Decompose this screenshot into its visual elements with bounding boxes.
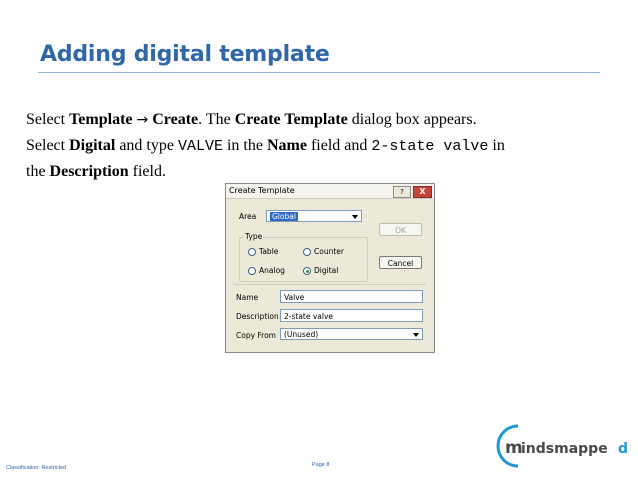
- radio-digital[interactable]: [303, 267, 311, 275]
- description-field[interactable]: 2-state valve: [280, 309, 423, 322]
- radio-counter-label: Counter: [314, 247, 344, 256]
- code-2-state-valve: 2-state valve: [371, 138, 489, 155]
- text-fragment: Select: [26, 111, 70, 128]
- page-number: Page 8: [312, 462, 330, 468]
- code-valve: VALVE: [177, 138, 223, 155]
- menu-create-term: Create: [152, 111, 199, 128]
- copy-from-select[interactable]: (Unused): [280, 328, 423, 340]
- mindsmapped-logo: m indsmappe d: [496, 424, 628, 468]
- dialog-titlebar: Create Template ? X: [226, 184, 434, 199]
- text-fragment: in the: [222, 137, 267, 154]
- radio-analog-label: Analog: [259, 266, 285, 275]
- name-field[interactable]: Valve: [280, 290, 423, 303]
- help-button[interactable]: ?: [393, 186, 411, 198]
- text-fragment: Select: [26, 137, 70, 154]
- copy-from-label: Copy From: [236, 331, 276, 340]
- menu-template-term: Template: [69, 111, 133, 128]
- chevron-down-icon: [413, 333, 419, 337]
- classification-label: Classification: Restricted: [6, 465, 67, 471]
- dialog-name-term: Create Template: [234, 111, 348, 128]
- radio-table[interactable]: [248, 248, 256, 256]
- area-selected-value: Global: [270, 212, 298, 221]
- area-select[interactable]: Global: [266, 210, 362, 222]
- logo-wordmark: indsmappe: [521, 441, 608, 457]
- type-group: [239, 237, 368, 282]
- text-fragment: the: [26, 163, 50, 180]
- dialog-separator: [234, 284, 426, 285]
- digital-term: Digital: [69, 137, 116, 154]
- text-fragment: dialog box appears.: [347, 111, 477, 128]
- title-divider: [38, 72, 600, 73]
- description-label: Description: [236, 312, 279, 321]
- instruction-line-2: Select Digital and type VALVE in the Nam…: [26, 133, 626, 159]
- text-fragment: in: [488, 137, 505, 154]
- copy-from-selected-value: (Unused): [284, 330, 319, 339]
- ok-button[interactable]: OK: [379, 223, 422, 236]
- type-group-label: Type: [244, 232, 264, 241]
- cancel-button[interactable]: Cancel: [379, 256, 422, 269]
- dialog-title: Create Template: [229, 186, 295, 195]
- area-label: Area: [239, 212, 257, 221]
- radio-table-label: Table: [259, 247, 279, 256]
- create-template-dialog: Create Template ? X Area Global OK Cance…: [225, 183, 435, 353]
- name-label: Name: [236, 293, 259, 302]
- text-fragment: and type: [115, 137, 178, 154]
- chevron-down-icon: [352, 215, 358, 219]
- instruction-line-3: the Description field.: [26, 159, 626, 184]
- arrow-right-icon: →: [136, 112, 149, 128]
- name-term: Name: [266, 137, 307, 154]
- instruction-line-1: Select Template → Create. The Create Tem…: [26, 107, 626, 133]
- instruction-text: Select Template → Create. The Create Tem…: [26, 107, 626, 184]
- slide-title: Adding digital template: [40, 42, 330, 67]
- logo-letter-d: d: [618, 441, 628, 457]
- radio-counter[interactable]: [303, 248, 311, 256]
- close-button[interactable]: X: [413, 186, 432, 198]
- radio-analog[interactable]: [248, 267, 256, 275]
- text-fragment: field.: [128, 163, 166, 180]
- text-fragment: . The: [198, 111, 235, 128]
- text-fragment: field and: [306, 137, 372, 154]
- description-term: Description: [49, 163, 129, 180]
- radio-digital-label: Digital: [314, 266, 339, 275]
